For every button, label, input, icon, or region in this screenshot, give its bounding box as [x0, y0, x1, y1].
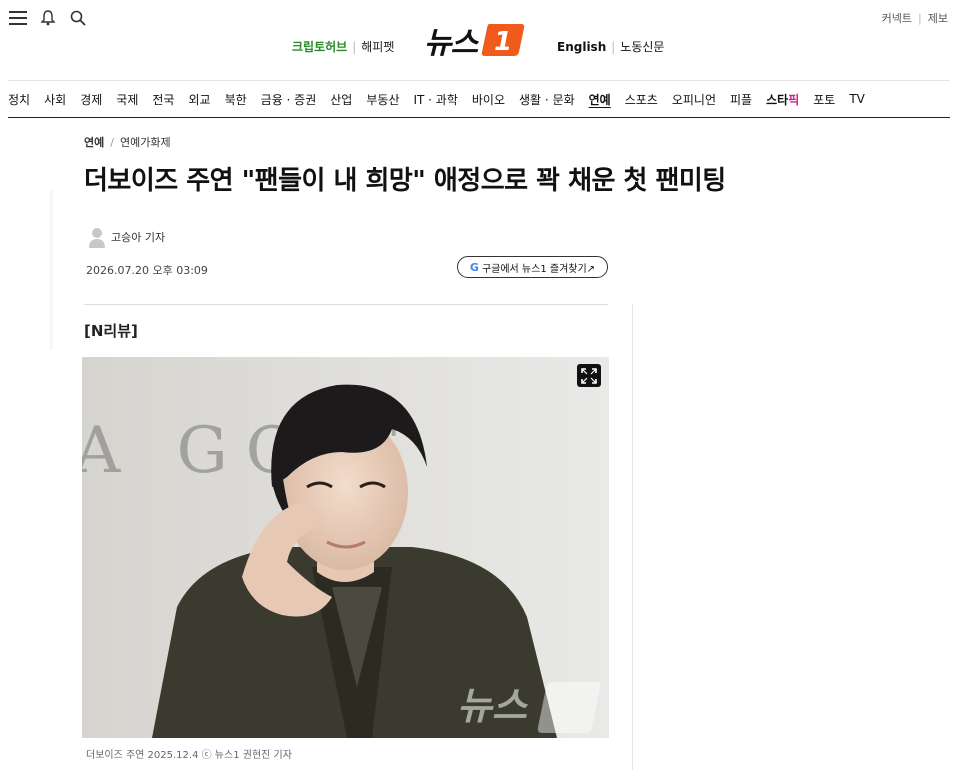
article-tag: [N리뷰] [84, 322, 138, 340]
nav-item[interactable]: 외교 [181, 81, 217, 117]
nav-item[interactable]: 금융 · 증권 [254, 81, 324, 117]
breadcrumb-separator: / [110, 135, 114, 149]
nav-item[interactable]: 스포츠 [618, 81, 665, 117]
breadcrumb: 연예 / 연예가화제 [84, 134, 171, 150]
separator: | [352, 39, 357, 54]
author-line: 고승아 기자 [88, 226, 165, 248]
breadcrumb-section[interactable]: 연예 [84, 134, 104, 150]
nav-item[interactable]: 경제 [73, 81, 109, 117]
google-icon: G [469, 260, 479, 274]
logo-text: 뉴스 [424, 26, 478, 61]
google-button-label: 구글에서 뉴스1 즐겨찾기↗ [481, 263, 596, 275]
nav-item[interactable]: 전국 [145, 81, 181, 117]
nav-item[interactable]: 생활 · 문화 [512, 81, 582, 117]
section-nav: 정치 사회 경제 국제 전국 외교 북한 금융 · 증권 산업 부동산 IT · 과학 바이오 생활 ·… [8, 80, 950, 118]
nav-item[interactable]: 오피니언 [665, 81, 723, 117]
avatar-icon [89, 228, 105, 248]
nav-item[interactable]: IT · 과학 [406, 81, 464, 117]
starpick-label: 스타 [766, 92, 789, 107]
divider [84, 304, 608, 305]
nav-item-starpick[interactable]: 스타 픽 [759, 81, 806, 117]
photo-caption: 더보이즈 주연 2025.12.4 ⓒ 뉴스1 권현진 기자 [86, 750, 292, 761]
breadcrumb-subsection[interactable]: 연예가화제 [120, 134, 171, 150]
logo-row: 크립토허브 | 해피펫 뉴스 1 English | 노동신문 [0, 14, 960, 64]
author-name[interactable]: 고승아 기자 [111, 229, 165, 245]
nav-item[interactable]: 바이오 [465, 81, 512, 117]
nav-item[interactable]: 사회 [37, 81, 73, 117]
publish-date: 2026.07.20 오후 03:09 [86, 264, 208, 277]
article-photo[interactable]: A GO E 뉴스 [82, 357, 609, 738]
nav-item[interactable]: 연예 [582, 81, 618, 117]
happypet-link[interactable]: 해피펫 [361, 38, 394, 55]
nav-item[interactable]: 포토 [806, 81, 842, 117]
svg-text:뉴스: 뉴스 [457, 684, 529, 728]
nav-item[interactable]: TV [842, 81, 872, 117]
nav-item[interactable]: 정치 [8, 81, 37, 117]
crypto-hub-link[interactable]: 크립토허브 [292, 38, 347, 55]
google-favorite-button[interactable]: G 구글에서 뉴스1 즐겨찾기↗ [457, 256, 608, 278]
nav-item[interactable]: 부동산 [359, 81, 406, 117]
starpick-accent: 픽 [788, 92, 800, 107]
nav-item[interactable]: 북한 [218, 81, 254, 117]
rodong-link[interactable]: 노동신문 [620, 38, 664, 55]
svg-text:1: 1 [494, 27, 512, 57]
logo-badge: 1 [482, 24, 525, 57]
site-logo[interactable]: 뉴스 1 [424, 20, 525, 61]
nav-item[interactable]: 피플 [723, 81, 759, 117]
article-title: 더보이즈 주연 "팬들이 내 희망" 애정으로 꽉 채운 첫 팬미팅 [84, 166, 726, 196]
column-divider [632, 304, 633, 770]
nav-item[interactable]: 산업 [323, 81, 359, 117]
left-links: 크립토허브 | 해피펫 [292, 38, 394, 55]
photo-illustration: A GO E 뉴스 [82, 357, 609, 738]
nav-item[interactable]: 국제 [109, 81, 145, 117]
separator: | [611, 39, 616, 54]
right-links: English | 노동신문 [557, 38, 664, 55]
decorative-shadow [50, 190, 54, 350]
expand-icon[interactable] [577, 364, 601, 387]
english-link[interactable]: English [557, 40, 606, 54]
